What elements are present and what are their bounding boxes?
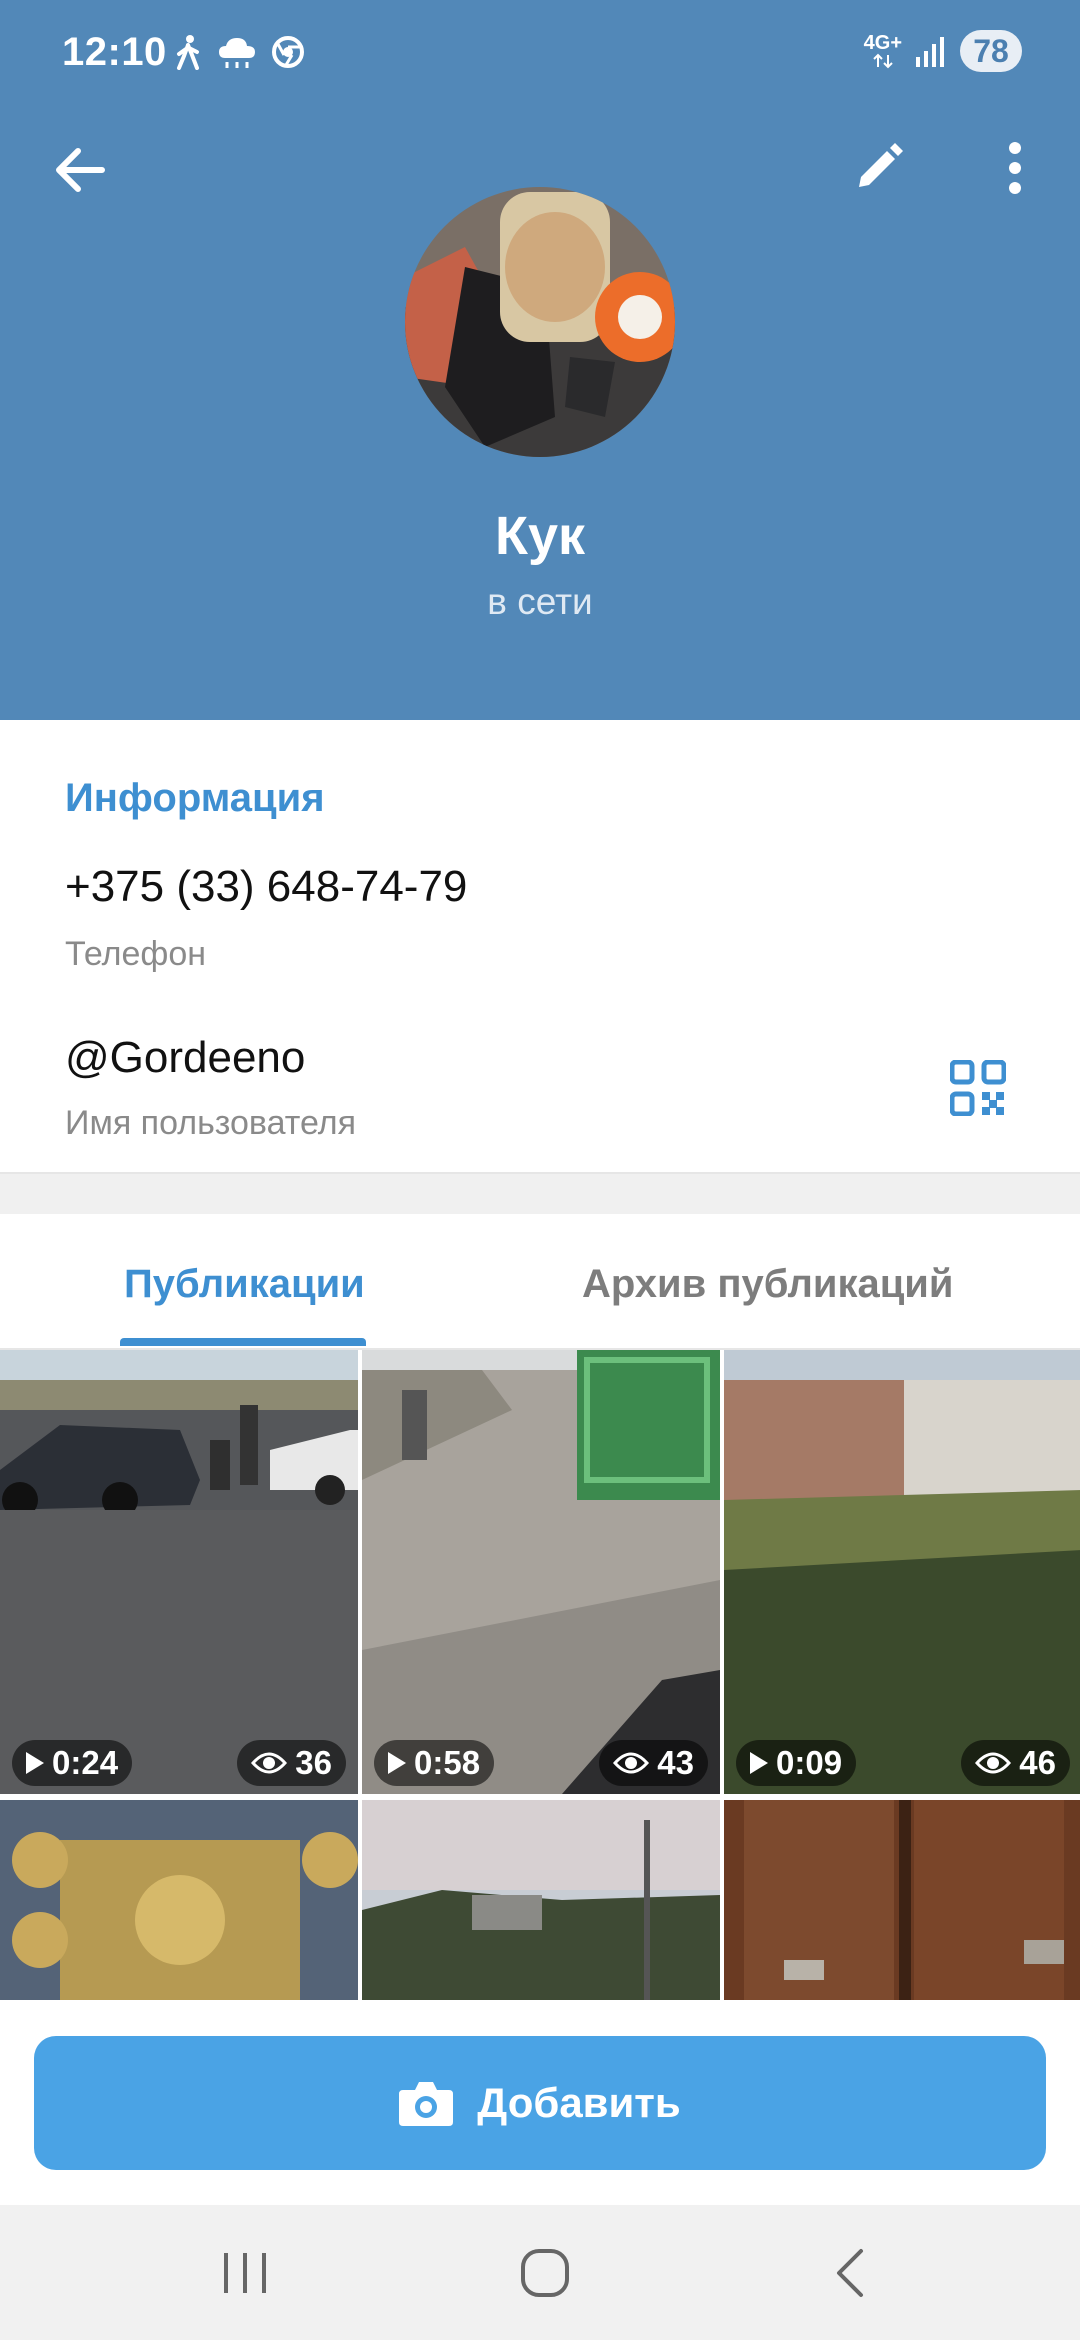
- post-thumbnail[interactable]: 0:58 43: [362, 1350, 720, 1794]
- network-type: 4G+: [863, 32, 902, 54]
- video-duration-badge: 0:24: [12, 1740, 133, 1786]
- status-bar: 12:10 4G+ 78: [0, 0, 1080, 110]
- arrow-left-icon: [56, 148, 105, 192]
- tab-publications-archive[interactable]: Архив публикаций: [582, 1262, 953, 1307]
- status-time: 12:10: [62, 30, 167, 74]
- avatar[interactable]: [405, 187, 675, 457]
- active-tab-indicator: [120, 1338, 366, 1346]
- home-icon: [521, 2248, 569, 2297]
- media-tabs: Публикации Архив публикаций: [0, 1214, 1080, 1350]
- more-vertical-icon: [1009, 142, 1021, 194]
- section-divider: [0, 1172, 1080, 1216]
- more-options-button[interactable]: [975, 128, 1055, 208]
- chevron-left-icon: [837, 2248, 863, 2297]
- video-duration: 0:58: [414, 1744, 481, 1781]
- video-duration: 0:09: [776, 1744, 843, 1781]
- home-button[interactable]: [500, 2235, 590, 2310]
- add-button[interactable]: Добавить: [34, 2036, 1046, 2170]
- phone-label: Телефон: [65, 935, 207, 973]
- phone-number[interactable]: +375 (33) 648-74-79: [65, 862, 467, 912]
- views-badge: 46: [961, 1740, 1070, 1786]
- walking-icon: [177, 35, 199, 70]
- eye-icon: [613, 1752, 650, 1774]
- tab-publications[interactable]: Публикации: [124, 1262, 365, 1307]
- camera-icon: [399, 2082, 454, 2126]
- eye-icon: [251, 1752, 288, 1774]
- profile-name: Кук: [494, 506, 586, 566]
- username-label: Имя пользователя: [65, 1104, 356, 1142]
- system-back-button[interactable]: [805, 2235, 895, 2310]
- video-duration-badge: 0:09: [736, 1740, 857, 1786]
- play-icon: [26, 1752, 44, 1774]
- post-thumbnail[interactable]: [724, 1800, 1080, 2000]
- view-count: 46: [1019, 1744, 1056, 1781]
- add-button-label: Добавить: [477, 2079, 681, 2126]
- post-thumbnail[interactable]: 0:09 46: [724, 1350, 1080, 1794]
- back-button[interactable]: [40, 130, 120, 210]
- profile-status: в сети: [487, 581, 593, 622]
- weather-icon: [219, 38, 255, 68]
- system-navigation-bar: [0, 2205, 1080, 2340]
- qr-code-icon: [949, 1059, 1007, 1117]
- post-thumbnail[interactable]: 0:24 36: [0, 1350, 358, 1794]
- view-count: 36: [295, 1744, 332, 1781]
- chrome-icon: [272, 36, 304, 68]
- views-badge: 36: [237, 1740, 346, 1786]
- post-thumbnail[interactable]: [0, 1800, 358, 2000]
- signal-icon: [916, 37, 944, 67]
- recent-apps-button[interactable]: [200, 2235, 290, 2310]
- publications-grid: 0:24 36 0:58 43 0:09 46: [0, 1350, 1080, 2000]
- profile-header: 12:10 4G+ 78 Кук в сети: [0, 0, 1080, 720]
- play-icon: [750, 1752, 768, 1774]
- play-icon: [388, 1752, 406, 1774]
- recent-apps-icon: [224, 2252, 266, 2293]
- eye-icon: [975, 1752, 1012, 1774]
- pencil-icon: [859, 143, 903, 187]
- network-indicator: 4G+: [864, 33, 902, 69]
- post-thumbnail[interactable]: [362, 1800, 720, 2000]
- username[interactable]: @Gordeeno: [65, 1033, 305, 1083]
- battery-indicator: 78: [960, 30, 1022, 72]
- qr-code-button[interactable]: [949, 1059, 1007, 1117]
- info-section-title: Информация: [65, 776, 325, 820]
- data-arrows-icon: [873, 53, 893, 69]
- views-badge: 43: [599, 1740, 708, 1786]
- view-count: 43: [657, 1744, 694, 1781]
- video-duration-badge: 0:58: [374, 1740, 495, 1786]
- video-duration: 0:24: [52, 1744, 119, 1781]
- edit-button[interactable]: [838, 128, 918, 208]
